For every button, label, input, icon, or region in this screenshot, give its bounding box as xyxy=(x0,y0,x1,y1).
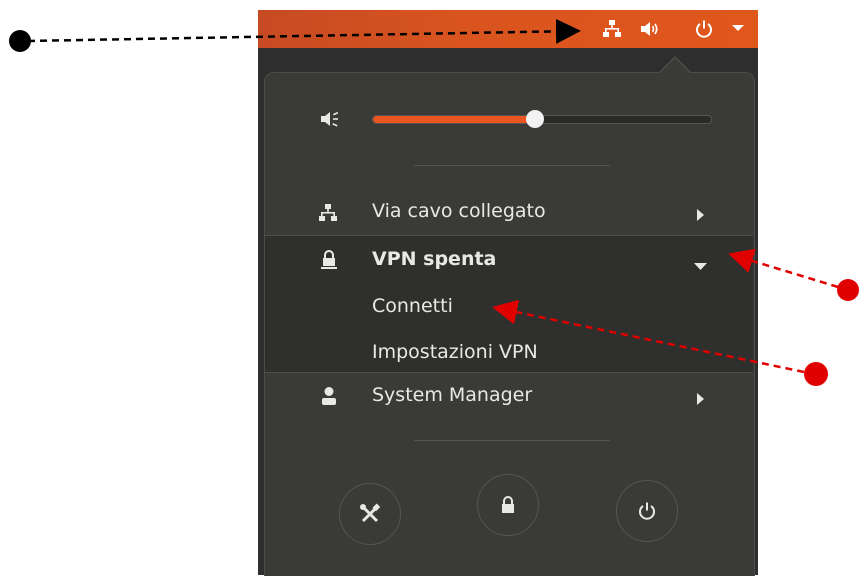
red-callout-arrow-vpn xyxy=(728,248,859,301)
red-callout-arrow-connect xyxy=(492,299,828,386)
annotation-overlay xyxy=(9,18,859,386)
black-callout-arrow xyxy=(9,18,581,52)
